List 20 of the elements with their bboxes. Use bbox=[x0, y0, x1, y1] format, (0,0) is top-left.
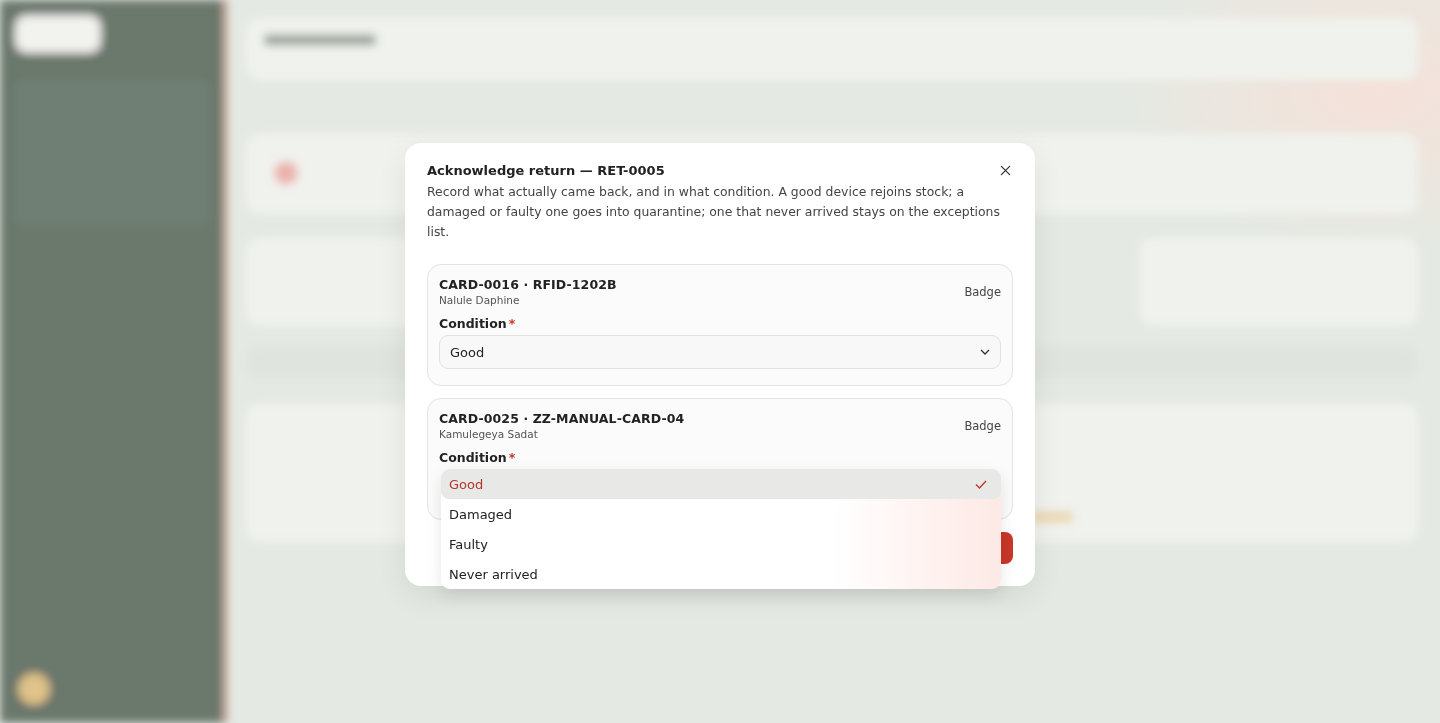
close-icon[interactable] bbox=[1000, 165, 1011, 176]
field-label: Condition bbox=[439, 450, 507, 465]
field-label: Condition bbox=[439, 316, 507, 331]
check-icon bbox=[975, 479, 987, 489]
dialog-description: Record what actually came back, and in what condition. A good device rejoins stock; a damaged or faulty one goes into quarantine; one that never arrived stays on the exceptions list. bbox=[427, 183, 1001, 241]
required-mark: * bbox=[508, 450, 516, 465]
item-holder: Nalule Daphine bbox=[439, 294, 521, 306]
dropdown-option[interactable]: Never arrived bbox=[441, 559, 1001, 589]
item-title: CARD-0025 · ZZ-MANUAL-CARD-04 bbox=[439, 411, 685, 426]
dropdown-option[interactable]: Good bbox=[441, 469, 1001, 499]
chevron-down-icon bbox=[980, 349, 990, 355]
dropdown-option[interactable]: Damaged bbox=[441, 499, 1001, 529]
item-type: Badge bbox=[964, 284, 1001, 299]
dialog-title: Acknowledge return — RET-0005 bbox=[427, 163, 665, 178]
dropdown-option[interactable]: Faulty bbox=[441, 529, 1001, 559]
condition-select[interactable]: Good bbox=[439, 335, 1001, 369]
required-mark: * bbox=[508, 316, 516, 331]
item-type: Badge bbox=[964, 418, 1001, 433]
item-title: CARD-0016 · RFID-1202B bbox=[439, 277, 617, 292]
item-holder: Kamulegeya Sadat bbox=[439, 428, 539, 440]
